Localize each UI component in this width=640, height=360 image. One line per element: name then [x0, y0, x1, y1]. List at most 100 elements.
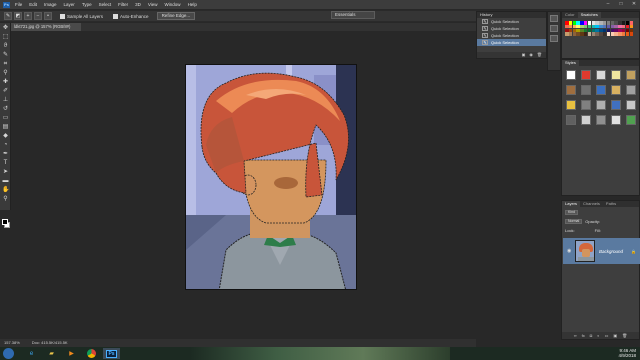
hand-tool-icon[interactable]: ✋ [2, 187, 9, 194]
history-brush-tool-icon[interactable]: ↺ [2, 106, 9, 113]
tab-color[interactable]: Color [562, 12, 578, 18]
tab-swatches[interactable]: Swatches [577, 12, 601, 18]
maximize-icon[interactable]: □ [617, 1, 625, 7]
path-selection-tool-icon[interactable]: ➤ [2, 169, 9, 176]
style-tile[interactable] [611, 70, 621, 80]
style-tile[interactable] [626, 85, 636, 95]
refine-edge-button[interactable]: Refine Edge... [156, 12, 196, 20]
style-tile[interactable] [566, 100, 576, 110]
menu-filter[interactable]: Filter [118, 2, 128, 7]
adjustment-icon[interactable]: ◐ [597, 332, 599, 339]
start-orb-icon[interactable] [3, 348, 14, 359]
blend-mode-select[interactable]: Normal [565, 219, 583, 224]
style-tile[interactable] [596, 100, 606, 110]
style-tile[interactable] [596, 85, 606, 95]
file-explorer-icon[interactable]: ▰ [43, 348, 60, 359]
style-tile[interactable] [626, 115, 636, 125]
style-tile[interactable] [611, 100, 621, 110]
menu-edit[interactable]: Edit [29, 2, 37, 7]
history-item[interactable]: ✎ Quick Selection [477, 32, 546, 39]
brush-tool-icon[interactable]: ✐ [2, 88, 9, 95]
link-icon[interactable]: ∞ [574, 332, 577, 339]
zoom-level[interactable]: 157.38% [4, 339, 20, 347]
trash-icon[interactable]: 🗑 [622, 332, 627, 339]
history-item[interactable]: ✎ Quick Selection [477, 25, 546, 32]
tool-preset-icon[interactable]: ✎ [4, 12, 12, 20]
healing-brush-tool-icon[interactable]: ✚ [2, 79, 9, 86]
add-to-selection-icon[interactable]: + [24, 12, 32, 20]
trash-icon[interactable]: 🗑 [537, 52, 542, 58]
menu-3d[interactable]: 3D [135, 2, 141, 7]
history-item-active[interactable]: ✎ Quick Selection [477, 39, 546, 46]
new-document-icon[interactable]: ▣ [522, 52, 526, 58]
folder-icon[interactable]: ▭ [605, 332, 609, 339]
style-tile[interactable] [581, 85, 591, 95]
document-tab[interactable]: ldkt721.jpg @ 157% (RGB/8#) [11, 23, 81, 31]
menu-layer[interactable]: Layer [64, 2, 75, 7]
style-tile[interactable] [611, 85, 621, 95]
lasso-tool-icon[interactable]: ϑ [2, 43, 9, 50]
menu-type[interactable]: Type [82, 2, 92, 7]
history-panel-icon[interactable] [550, 15, 558, 22]
brush-size-icon[interactable]: • [44, 12, 52, 20]
document-canvas[interactable] [185, 64, 357, 290]
style-tile[interactable] [596, 70, 606, 80]
menu-window[interactable]: Window [165, 2, 181, 7]
tab-channels[interactable]: Channels [580, 201, 603, 207]
workspace-select[interactable]: Essentials [331, 11, 375, 19]
menu-file[interactable]: File [15, 2, 22, 7]
photoshop-taskbar-button[interactable]: Ps [103, 348, 120, 359]
system-tray-clock[interactable]: 9:46 AM 4/9/2018 [618, 348, 636, 358]
eyedropper-tool-icon[interactable]: ⚲ [2, 70, 9, 77]
style-tile[interactable] [596, 115, 606, 125]
style-tile[interactable] [566, 85, 576, 95]
gradient-tool-icon[interactable]: ▤ [2, 124, 9, 131]
tab-styles[interactable]: Styles [562, 60, 579, 66]
subtract-selection-icon[interactable]: − [34, 12, 42, 20]
menu-select[interactable]: Select [99, 2, 112, 7]
new-selection-icon[interactable]: ◩ [14, 12, 22, 20]
blur-tool-icon[interactable]: ◆ [2, 133, 9, 140]
foreground-color-swatch[interactable] [2, 219, 8, 225]
properties-panel-icon[interactable] [550, 25, 558, 32]
menu-image[interactable]: Image [44, 2, 57, 7]
style-tile[interactable] [611, 115, 621, 125]
dodge-tool-icon[interactable]: ◔ [2, 142, 9, 149]
snapshot-icon[interactable]: ◉ [529, 52, 533, 58]
marquee-tool-icon[interactable]: ⬚ [2, 34, 9, 41]
style-tile[interactable] [626, 70, 636, 80]
info-panel-icon[interactable] [550, 35, 558, 42]
new-layer-icon[interactable]: ▣ [613, 332, 617, 339]
layer-row-background[interactable]: ◉ Background 🔒 [563, 238, 640, 264]
color-swatch[interactable] [629, 32, 634, 36]
history-item[interactable]: ✎ Quick Selection [477, 18, 546, 25]
close-icon[interactable]: ✕ [630, 1, 638, 7]
kind-filter-select[interactable]: Kind [565, 210, 579, 215]
clone-stamp-tool-icon[interactable]: ⊥ [2, 97, 9, 104]
quick-selection-tool-icon[interactable]: ✎ [2, 52, 9, 59]
style-tile[interactable] [626, 100, 636, 110]
menu-view[interactable]: View [148, 2, 158, 7]
tab-paths[interactable]: Paths [603, 201, 619, 207]
pen-tool-icon[interactable]: ✒ [2, 151, 9, 158]
type-tool-icon[interactable]: T [2, 160, 9, 167]
move-tool-icon[interactable]: ✥ [2, 25, 9, 32]
style-tile[interactable] [566, 70, 576, 80]
layer-name[interactable]: Background [599, 249, 623, 254]
tab-layers[interactable]: Layers [562, 201, 581, 207]
minimize-icon[interactable]: – [604, 1, 612, 7]
sample-all-layers-checkbox[interactable] [60, 13, 65, 19]
style-tile[interactable] [566, 115, 576, 125]
media-player-icon[interactable]: ▶ [63, 348, 80, 359]
style-tile[interactable] [581, 70, 591, 80]
style-tile[interactable] [581, 115, 591, 125]
style-tile[interactable] [581, 100, 591, 110]
menu-help[interactable]: Help [188, 2, 197, 7]
crop-tool-icon[interactable]: ⌗ [2, 61, 9, 68]
zoom-tool-icon[interactable]: ⚲ [2, 196, 9, 203]
fx-icon[interactable]: fx [582, 332, 585, 339]
internet-explorer-icon[interactable]: e [23, 348, 40, 359]
eraser-tool-icon[interactable]: ▭ [2, 115, 9, 122]
mask-icon[interactable]: ◘ [590, 332, 592, 339]
auto-enhance-checkbox[interactable] [113, 13, 119, 19]
